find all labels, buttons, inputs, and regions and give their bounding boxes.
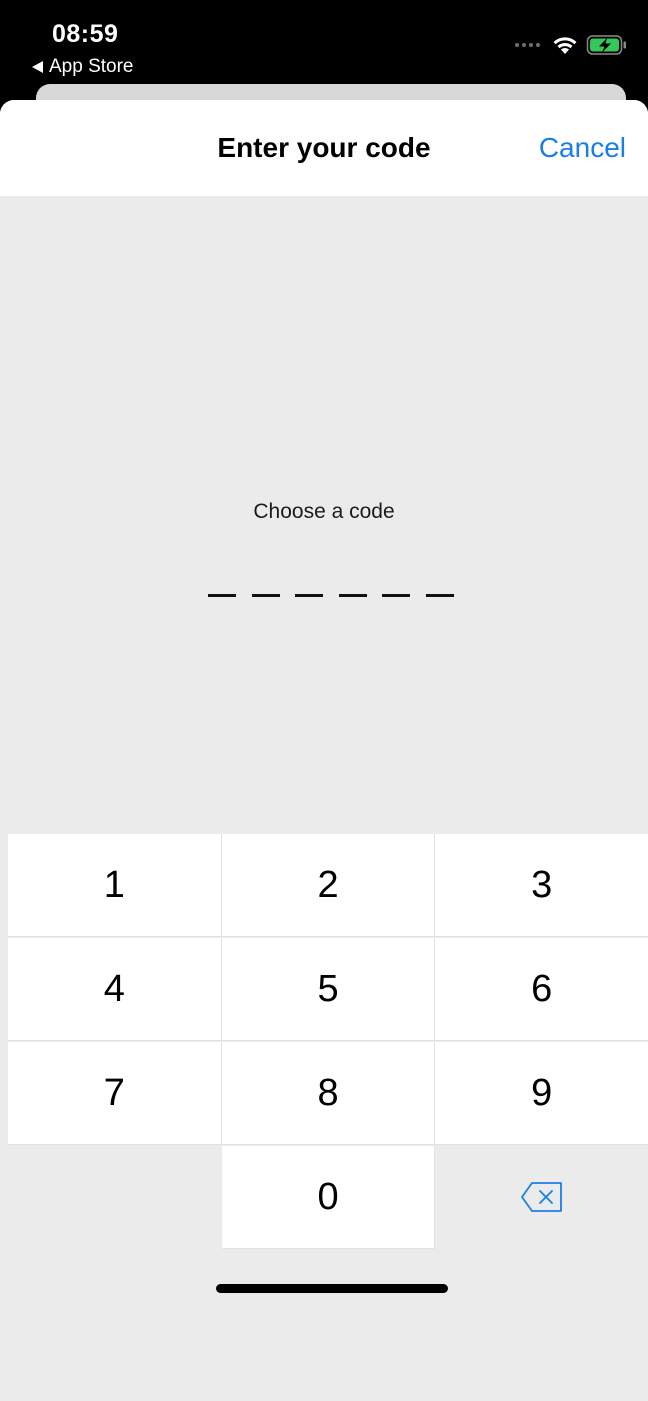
back-label: App Store: [49, 56, 134, 77]
keypad-row: 0: [8, 1146, 648, 1250]
numeric-keypad: 1 2 3 4 5 6 7 8 9 0: [8, 834, 648, 1250]
key-2[interactable]: 2: [221, 834, 436, 937]
code-digit-slot: [295, 594, 324, 597]
cancel-button[interactable]: Cancel: [539, 132, 626, 164]
key-6[interactable]: 6: [435, 938, 648, 1041]
key-8[interactable]: 8: [221, 1042, 436, 1145]
delete-key[interactable]: [435, 1146, 648, 1249]
key-1[interactable]: 1: [8, 834, 222, 937]
status-time: 08:59: [52, 20, 119, 48]
keypad-row: 7 8 9: [8, 1042, 648, 1146]
code-digit-slot: [251, 594, 280, 597]
code-input-placeholder: [208, 594, 454, 598]
key-5[interactable]: 5: [221, 938, 436, 1041]
cellular-signal-icon: [515, 43, 540, 47]
status-indicators: [515, 34, 628, 56]
navigation-bar: Enter your code Cancel: [0, 100, 648, 196]
keypad-row: 4 5 6: [8, 938, 648, 1042]
key-9[interactable]: 9: [435, 1042, 648, 1145]
delete-icon: [520, 1182, 562, 1212]
keypad-row: 1 2 3: [8, 834, 648, 938]
key-4[interactable]: 4: [8, 938, 222, 1041]
code-digit-slot: [208, 594, 236, 597]
key-blank: [8, 1146, 222, 1249]
key-0[interactable]: 0: [221, 1146, 436, 1249]
code-digit-slot: [382, 594, 411, 597]
home-indicator[interactable]: [216, 1284, 448, 1293]
back-to-app-store[interactable]: App Store: [32, 56, 134, 78]
key-3[interactable]: 3: [435, 834, 648, 937]
battery-charging-icon: [586, 35, 626, 55]
code-digit-slot: [425, 594, 454, 597]
back-arrow-icon: [32, 61, 43, 73]
code-digit-slot: [338, 594, 367, 597]
key-7[interactable]: 7: [8, 1042, 222, 1145]
code-prompt: Choose a code: [253, 500, 395, 523]
wifi-icon: [553, 37, 577, 54]
